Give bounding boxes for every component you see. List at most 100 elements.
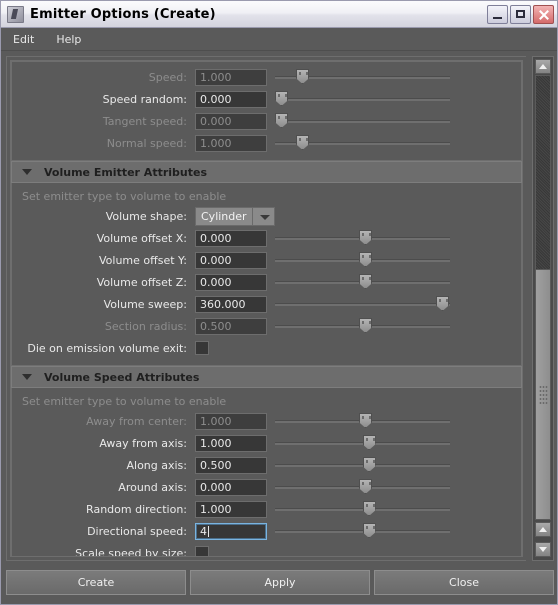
label-speed-random: Speed random: (102, 92, 187, 106)
slider-random-direction[interactable] (275, 500, 450, 518)
field-away-from-axis[interactable]: 1.000 (195, 434, 267, 452)
triangle-down-icon (22, 169, 32, 175)
scrollbar-grip-icon (539, 384, 548, 405)
field-away-from-center[interactable]: 1.000 (195, 412, 267, 430)
field-along-axis[interactable]: 0.500 (195, 456, 267, 474)
slider-handle[interactable] (359, 318, 372, 333)
slider-handle[interactable] (296, 69, 309, 84)
slider-handle[interactable] (362, 501, 376, 516)
volume-emitter-hint: Set emitter type to volume to enable (22, 190, 227, 203)
scroll-down-button[interactable] (535, 542, 551, 557)
window-controls (487, 4, 554, 24)
slider-handle[interactable] (436, 296, 449, 311)
slider-section-radius[interactable] (275, 317, 450, 335)
checkbox-die-on-emission-volume-exit[interactable] (195, 341, 209, 355)
field-speed-random[interactable]: 0.000 (195, 90, 267, 108)
field-volume-offset-x[interactable]: 0.000 (195, 229, 267, 247)
label-volume-sweep: Volume sweep: (103, 297, 187, 311)
options-body: Speed: 1.000 Speed random: 0.000 Tangent… (6, 56, 554, 561)
close-button[interactable]: Close (374, 570, 554, 595)
section-title: Volume Speed Attributes (44, 370, 200, 384)
label-away-from-center: Away from center: (86, 414, 187, 428)
minimize-button[interactable] (487, 4, 508, 24)
scroll-up-button[interactable] (535, 59, 551, 74)
slider-along-axis[interactable] (275, 456, 450, 474)
row-scale-speed-by-size: Scale speed by size: (12, 542, 521, 557)
slider-handle[interactable] (359, 413, 372, 428)
slider-tangent-speed[interactable] (275, 112, 450, 130)
field-normal-speed[interactable]: 1.000 (195, 134, 267, 152)
row-away-from-axis: Away from axis: 1.000 (12, 432, 521, 454)
slider-away-from-axis[interactable] (275, 434, 450, 452)
row-volume-offset-z: Volume offset Z: 0.000 (12, 271, 521, 293)
field-around-axis[interactable]: 0.000 (195, 478, 267, 496)
label-speed: Speed: (148, 70, 187, 84)
slider-handle[interactable] (362, 523, 376, 538)
label-random-direction: Random direction: (86, 502, 187, 516)
row-normal-speed: Normal speed: 1.000 (12, 132, 521, 154)
section-title: Volume Emitter Attributes (44, 165, 207, 179)
slider-handle[interactable] (359, 252, 372, 267)
field-speed[interactable]: 1.000 (195, 68, 267, 86)
scrollbar-thumb[interactable] (535, 269, 551, 520)
chevron-down-icon[interactable] (253, 206, 275, 226)
slider-handle[interactable] (359, 274, 372, 289)
label-volume-offset-y: Volume offset Y: (99, 253, 187, 267)
row-around-axis: Around axis: 0.000 (12, 476, 521, 498)
menu-edit[interactable]: Edit (13, 33, 34, 46)
triangle-up-icon (539, 527, 547, 532)
label-directional-speed: Directional speed: (87, 524, 187, 538)
triangle-down-icon (539, 547, 547, 552)
vertical-scrollbar[interactable] (532, 56, 554, 561)
slider-directional-speed[interactable] (275, 522, 450, 540)
slider-handle[interactable] (359, 479, 372, 494)
field-section-radius[interactable]: 0.500 (195, 317, 267, 335)
row-volume-offset-y: Volume offset Y: 0.000 (12, 249, 521, 271)
slider-speed-random[interactable] (275, 90, 450, 108)
slider-normal-speed[interactable] (275, 134, 450, 152)
close-window-button[interactable] (533, 4, 554, 24)
field-random-direction[interactable]: 1.000 (195, 500, 267, 518)
field-volume-sweep[interactable]: 360.000 (195, 295, 267, 313)
label-volume-offset-z: Volume offset Z: (96, 275, 187, 289)
slider-volume-offset-y[interactable] (275, 251, 450, 269)
slider-track (275, 98, 450, 101)
field-volume-offset-y[interactable]: 0.000 (195, 251, 267, 269)
label-section-radius: Section radius: (104, 319, 187, 333)
menubar: Edit Help (1, 28, 557, 51)
label-along-axis: Along axis: (126, 458, 187, 472)
section-volume-emitter-attributes[interactable]: Volume Emitter Attributes (11, 161, 522, 183)
slider-handle[interactable] (275, 113, 288, 128)
scroll-up-button-bottom[interactable] (535, 522, 551, 537)
label-volume-offset-x: Volume offset X: (96, 231, 187, 245)
label-scale-speed-by-size: Scale speed by size: (75, 546, 187, 557)
row-random-direction: Random direction: 1.000 (12, 498, 521, 520)
volume-shape-dropdown[interactable]: Cylinder (195, 206, 275, 226)
label-around-axis: Around axis: (118, 480, 187, 494)
emitter-options-window: Emitter Options (Create) Edit Help Speed… (0, 0, 558, 605)
slider-speed[interactable] (275, 68, 450, 86)
slider-volume-offset-z[interactable] (275, 273, 450, 291)
slider-handle[interactable] (275, 91, 288, 106)
window-title: Emitter Options (Create) (30, 6, 216, 22)
checkbox-scale-speed-by-size[interactable] (195, 546, 209, 556)
slider-away-from-center[interactable] (275, 412, 450, 430)
row-section-radius: Section radius: 0.500 (12, 315, 521, 337)
slider-handle[interactable] (362, 457, 376, 472)
slider-around-axis[interactable] (275, 478, 450, 496)
field-directional-speed[interactable]: 4 (195, 522, 267, 540)
slider-volume-offset-x[interactable] (275, 229, 450, 247)
apply-button[interactable]: Apply (190, 570, 370, 595)
field-tangent-speed[interactable]: 0.000 (195, 112, 267, 130)
menu-help[interactable]: Help (56, 33, 81, 46)
volume-emitter-group: Set emitter type to volume to enable Vol… (11, 183, 522, 366)
slider-volume-sweep[interactable] (275, 295, 450, 313)
create-button[interactable]: Create (6, 570, 186, 595)
field-volume-offset-z[interactable]: 0.000 (195, 273, 267, 291)
section-volume-speed-attributes[interactable]: Volume Speed Attributes (11, 366, 522, 388)
slider-handle[interactable] (359, 230, 372, 245)
text-caret (208, 525, 209, 537)
slider-handle[interactable] (296, 135, 309, 150)
maximize-button[interactable] (510, 4, 531, 24)
slider-handle[interactable] (362, 435, 376, 450)
